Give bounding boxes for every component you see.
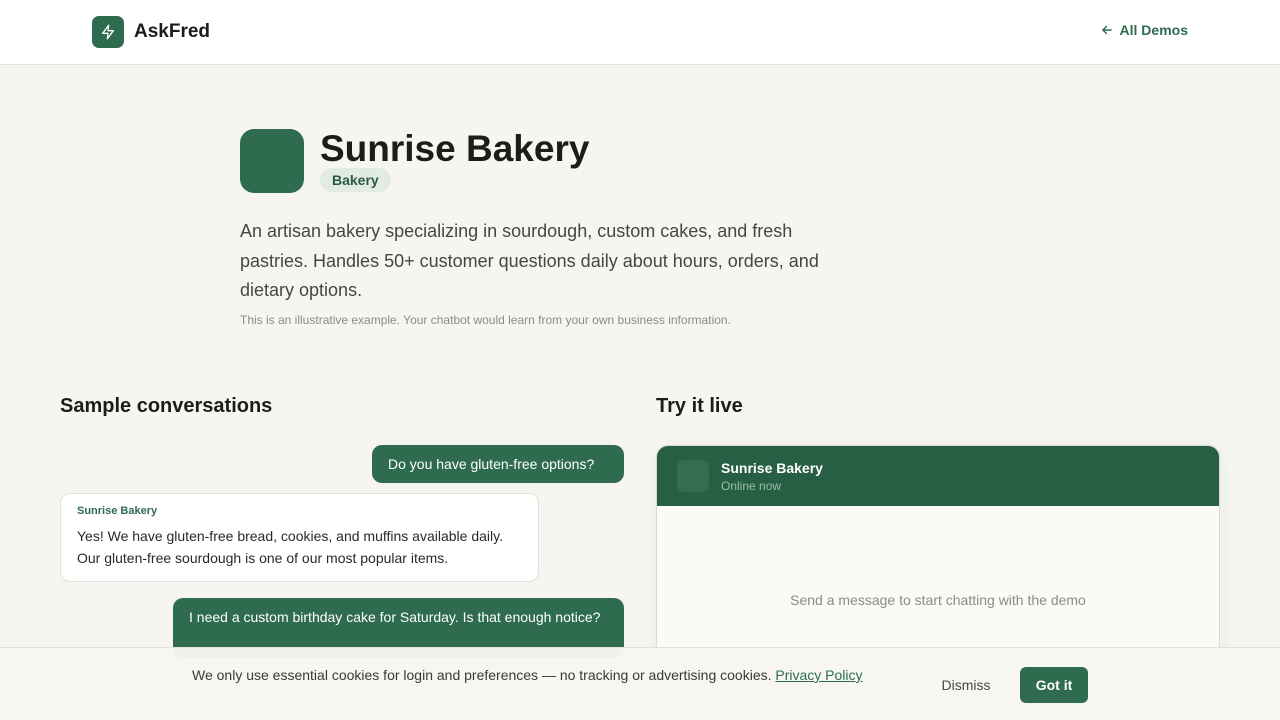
chat-header: Sunrise Bakery Online now xyxy=(657,446,1219,506)
brand[interactable]: AskFred xyxy=(92,16,210,48)
chat-status: Online now xyxy=(721,479,782,493)
bot-message: Sunrise Bakery Yes! We have gluten-free … xyxy=(60,493,539,582)
all-demos-link[interactable]: All Demos xyxy=(1100,22,1188,38)
dismiss-button[interactable]: Dismiss xyxy=(926,667,1006,703)
illustrative-note: This is an illustrative example. Your ch… xyxy=(240,313,731,327)
cookie-text: We only use essential cookies for login … xyxy=(192,665,882,685)
cookie-message: We only use essential cookies for login … xyxy=(192,667,772,683)
try-it-live-heading: Try it live xyxy=(656,395,743,417)
bot-sender-name: Sunrise Bakery xyxy=(77,505,158,517)
arrow-left-icon xyxy=(1101,25,1112,35)
lightning-bolt-icon xyxy=(92,16,124,48)
chat-title: Sunrise Bakery xyxy=(721,460,823,476)
page-title: Sunrise Bakery xyxy=(320,128,590,169)
accept-cookies-button[interactable]: Got it xyxy=(1020,667,1088,703)
sample-conversations-heading: Sample conversations xyxy=(60,395,273,417)
chat-avatar xyxy=(677,460,709,492)
privacy-policy-link[interactable]: Privacy Policy xyxy=(775,667,862,683)
all-demos-label: All Demos xyxy=(1119,22,1188,38)
cookie-banner: We only use essential cookies for login … xyxy=(0,647,1280,720)
user-message-text: I need a custom birthday cake for Saturd… xyxy=(189,609,601,625)
business-description: An artisan bakery specializing in sourdo… xyxy=(240,221,819,300)
chat-empty-state: Send a message to start chatting with th… xyxy=(790,592,1086,608)
top-navigation-bar: AskFred All Demos xyxy=(0,0,1280,65)
user-message: Do you have gluten-free options? xyxy=(372,445,624,483)
user-message-text: Do you have gluten-free options? xyxy=(388,456,595,472)
bot-message-text: Yes! We have gluten-free bread, cookies,… xyxy=(77,528,503,566)
brand-name: AskFred xyxy=(134,21,211,42)
category-badge: Bakery xyxy=(320,168,391,192)
business-logo xyxy=(240,129,304,193)
